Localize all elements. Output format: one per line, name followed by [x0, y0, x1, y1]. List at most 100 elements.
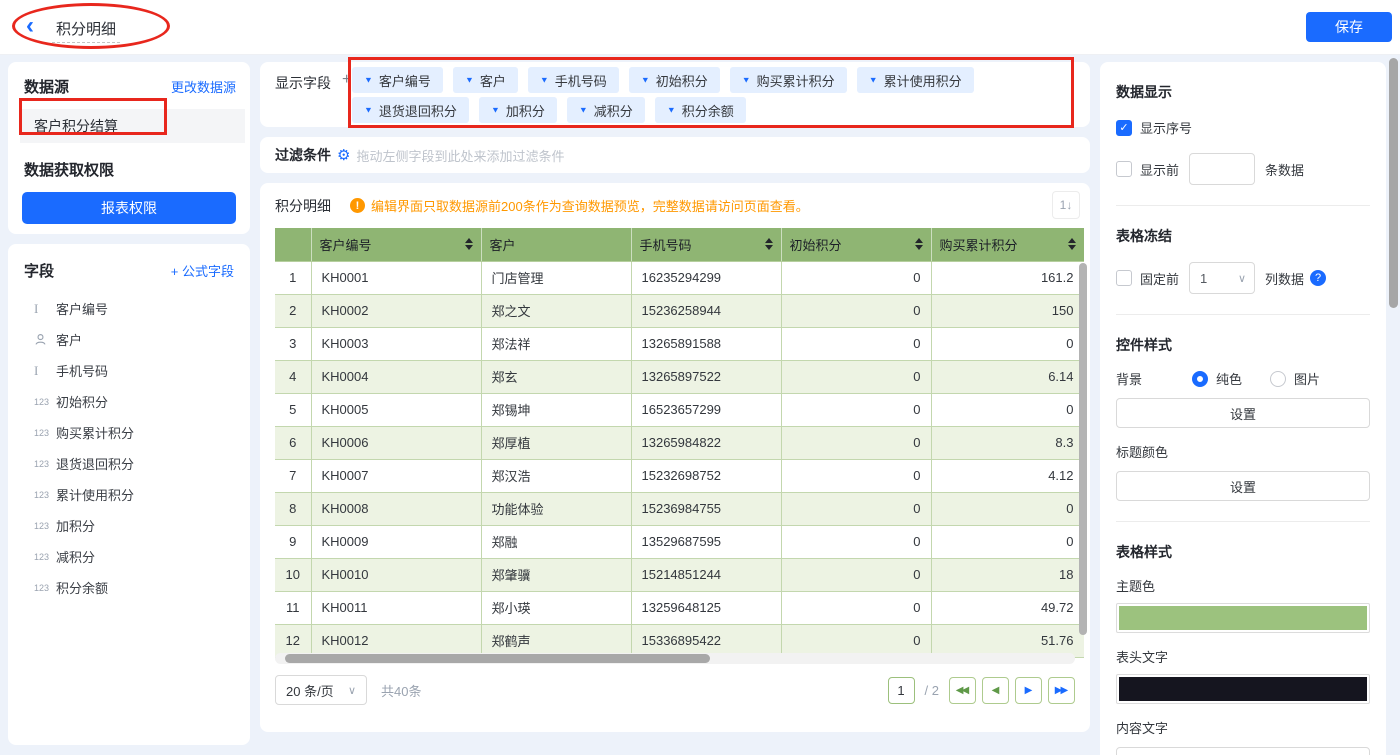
table-cell: 0 — [931, 492, 1084, 525]
table-row: 7KH0007郑汉浩1523269875204.12 — [275, 459, 1084, 492]
sort-icon[interactable] — [465, 238, 473, 250]
table-cell: 13265897522 — [631, 360, 781, 393]
chip-label: 客户 — [480, 71, 506, 90]
chip-label: 初始积分 — [656, 71, 708, 90]
prev-page-button[interactable]: ◀ — [982, 677, 1009, 704]
page-size-select[interactable]: 20 条/页 ∨ — [275, 675, 367, 705]
background-set-button[interactable]: 设置 — [1116, 398, 1370, 428]
page-scrollbar-thumb[interactable] — [1389, 58, 1398, 308]
table-cell: 6.14 — [931, 360, 1084, 393]
display-field-chip[interactable]: ▼退货退回积分 — [352, 97, 469, 123]
field-item[interactable]: 123累计使用积分 — [8, 479, 250, 510]
add-display-field-button[interactable]: + — [342, 71, 351, 89]
column-header-label: 客户编号 — [320, 235, 372, 254]
table-cell: 0 — [931, 327, 1084, 360]
display-field-chip[interactable]: ▼积分余额 — [655, 97, 746, 123]
chip-label: 手机号码 — [555, 71, 607, 90]
table-cell: 0 — [781, 393, 931, 426]
solid-color-radio[interactable] — [1192, 371, 1208, 387]
text-field-icon: I — [34, 363, 56, 379]
title-color-set-button[interactable]: 设置 — [1116, 471, 1370, 501]
field-item-label: 客户 — [56, 330, 82, 349]
field-item[interactable]: 123购买累计积分 — [8, 417, 250, 448]
number-field-icon: 123 — [34, 552, 56, 562]
theme-color-swatch[interactable] — [1116, 603, 1370, 633]
table-title: 积分明细 — [275, 196, 331, 216]
table-cell: 15236984755 — [631, 492, 781, 525]
field-item[interactable]: 123初始积分 — [8, 386, 250, 417]
column-header-label: 客户 — [490, 235, 516, 254]
first-page-button[interactable]: ◀◀ — [949, 677, 976, 704]
number-field-icon: 123 — [34, 490, 56, 500]
table-cell: KH0005 — [311, 393, 481, 426]
fix-columns-checkbox[interactable] — [1116, 270, 1132, 286]
fix-first-label: 固定前 — [1140, 269, 1179, 288]
table-row: 4KH0004郑玄1326589752206.14 — [275, 360, 1084, 393]
show-first-count-input[interactable] — [1189, 153, 1255, 185]
field-item[interactable]: 123加积分 — [8, 510, 250, 541]
display-field-chip[interactable]: ▼购买累计积分 — [730, 67, 847, 93]
back-icon[interactable]: ‹ — [26, 14, 34, 38]
next-page-button[interactable]: ▶ — [1015, 677, 1042, 704]
table-cell: 郑融 — [481, 525, 631, 558]
person-field-icon — [34, 333, 56, 346]
field-item[interactable]: 123退货退回积分 — [8, 448, 250, 479]
field-item[interactable]: I客户编号 — [8, 293, 250, 324]
chevron-down-icon: ▼ — [869, 76, 878, 85]
change-datasource-link[interactable]: 更改数据源 — [171, 77, 236, 96]
fix-columns-select[interactable]: 1 ∨ — [1189, 262, 1255, 294]
column-header[interactable]: 客户编号 — [311, 228, 481, 261]
save-button[interactable]: 保存 — [1306, 12, 1392, 42]
last-page-button[interactable]: ▶▶ — [1048, 677, 1075, 704]
show-first-label: 显示前 — [1140, 160, 1179, 179]
page-title[interactable]: 积分明细 — [52, 18, 120, 43]
field-item[interactable]: I手机号码 — [8, 355, 250, 386]
table-cell: 郑之文 — [481, 294, 631, 327]
vertical-scrollbar-thumb[interactable] — [1079, 263, 1087, 635]
table-style-title: 表格样式 — [1116, 542, 1370, 562]
sort-icon[interactable] — [765, 238, 773, 250]
display-field-chip[interactable]: ▼客户编号 — [352, 67, 443, 93]
column-header[interactable]: 初始积分 — [781, 228, 931, 261]
add-formula-field-link[interactable]: + 公式字段 — [171, 261, 234, 280]
field-item[interactable]: 客户 — [8, 324, 250, 355]
horizontal-scrollbar[interactable] — [275, 653, 1075, 664]
filter-dropzone-placeholder[interactable]: 拖动左侧字段到此处来添加过滤条件 — [356, 146, 564, 165]
column-header[interactable]: 购买累计积分 — [931, 228, 1084, 261]
report-permission-button[interactable]: 报表权限 — [22, 192, 236, 224]
help-icon[interactable]: ? — [1310, 270, 1326, 286]
display-field-chip[interactable]: ▼减积分 — [567, 97, 645, 123]
content-text-set-button[interactable]: 设置 — [1116, 747, 1370, 755]
table-cell: 8 — [275, 492, 311, 525]
fields-panel: 字段 + 公式字段 I客户编号客户I手机号码123初始积分123购买累计积分12… — [8, 244, 250, 745]
table-cell: 13265984822 — [631, 426, 781, 459]
header-text-color-swatch[interactable] — [1116, 674, 1370, 704]
content-text-label: 内容文字 — [1116, 718, 1370, 737]
display-field-chip[interactable]: ▼客户 — [453, 67, 518, 93]
show-index-checkbox[interactable]: ✓ — [1116, 120, 1132, 136]
table-cell: 0 — [781, 591, 931, 624]
display-field-chip[interactable]: ▼累计使用积分 — [857, 67, 974, 93]
table-cell: 郑法祥 — [481, 327, 631, 360]
chip-label: 加积分 — [506, 101, 545, 120]
show-first-checkbox[interactable] — [1116, 161, 1132, 177]
field-item[interactable]: 123积分余额 — [8, 572, 250, 603]
display-field-chip[interactable]: ▼手机号码 — [528, 67, 619, 93]
image-radio[interactable] — [1270, 371, 1286, 387]
table-cell: 郑厚植 — [481, 426, 631, 459]
preview-notice: ! 编辑界面只取数据源前200条作为查询数据预览，完整数据请访问页面查看。 — [350, 196, 809, 215]
sort-icon[interactable] — [915, 238, 923, 250]
freeze-title: 表格冻结 — [1116, 226, 1370, 246]
datasource-item[interactable]: 客户积分结算 — [20, 109, 245, 143]
page-number-input[interactable] — [888, 677, 915, 704]
gear-icon[interactable]: ⚙ — [337, 146, 350, 164]
column-header[interactable]: 手机号码 — [631, 228, 781, 261]
sort-icon[interactable] — [1068, 238, 1076, 250]
field-item-label: 减积分 — [56, 547, 95, 566]
sort-order-icon[interactable]: 1↓ — [1052, 191, 1080, 219]
display-field-chip[interactable]: ▼加积分 — [479, 97, 557, 123]
display-field-chip[interactable]: ▼初始积分 — [629, 67, 720, 93]
horizontal-scrollbar-thumb[interactable] — [285, 654, 710, 663]
fix-columns-value: 1 — [1200, 271, 1207, 286]
field-item[interactable]: 123减积分 — [8, 541, 250, 572]
